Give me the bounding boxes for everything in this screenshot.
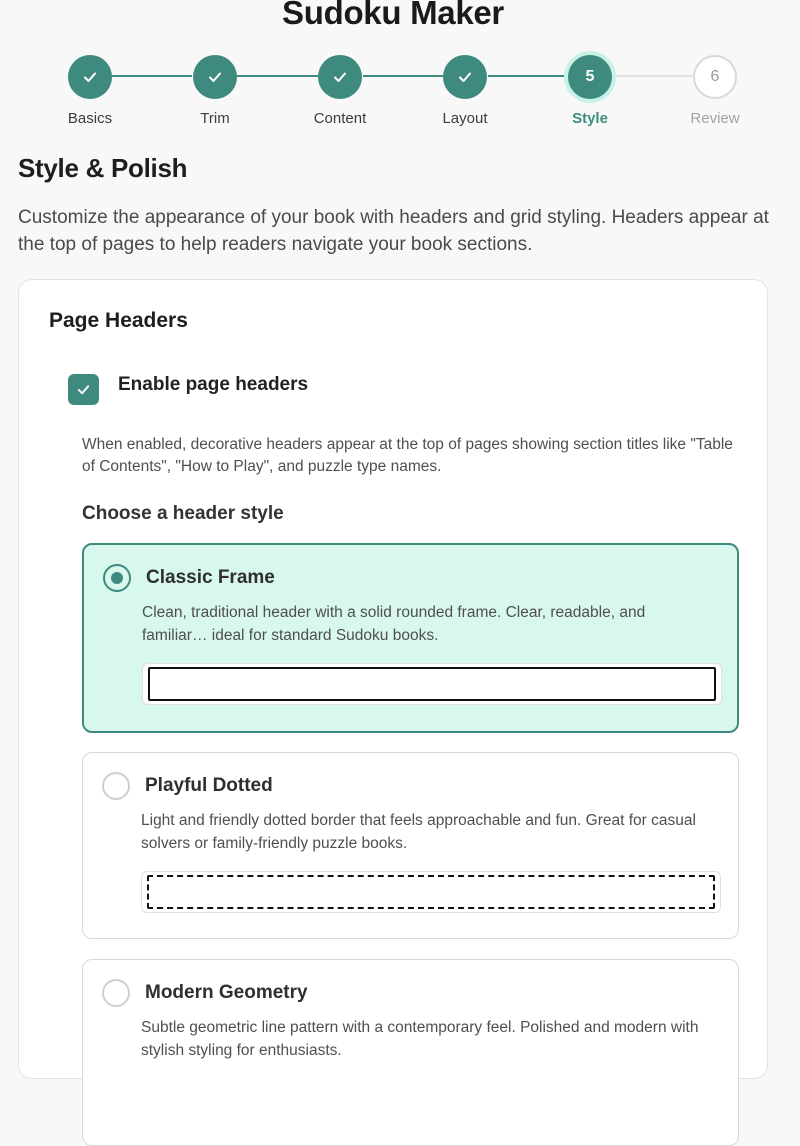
dotted-frame-preview xyxy=(147,875,715,909)
header-preview xyxy=(141,871,721,913)
step-label: Review xyxy=(690,110,740,127)
step-circle: 5 xyxy=(568,55,612,99)
option-title: Modern Geometry xyxy=(145,982,308,1003)
step-circle: 6 xyxy=(693,55,737,99)
radio-classic-frame[interactable] xyxy=(103,564,131,592)
step-circle xyxy=(318,55,362,99)
app-title: Sudoku Maker xyxy=(282,0,504,31)
step-circle xyxy=(443,55,487,99)
section-title: Style & Polish xyxy=(18,153,188,183)
section-description: Customize the appearance of your book wi… xyxy=(18,207,769,255)
enable-headers-label[interactable]: Enable page headers xyxy=(118,374,308,396)
card-title: Page Headers xyxy=(49,309,188,332)
option-modern-geometry[interactable]: Modern Geometry Subtle geometric line pa… xyxy=(82,959,739,1146)
option-playful-dotted[interactable]: Playful Dotted Light and friendly dotted… xyxy=(82,752,739,939)
choose-style-heading: Choose a header style xyxy=(82,503,284,524)
option-description: Subtle geometric line pattern with a con… xyxy=(141,1019,699,1059)
step-style[interactable]: 5 Style xyxy=(540,55,640,127)
wizard-stepper: Basics Trim Content Layout 5 Style 6 Rev… xyxy=(0,55,800,135)
option-description: Clean, traditional header with a solid r… xyxy=(142,604,646,644)
check-icon xyxy=(84,72,96,82)
step-circle xyxy=(68,55,112,99)
step-review[interactable]: 6 Review xyxy=(665,55,765,127)
check-icon xyxy=(459,72,471,82)
step-layout[interactable]: Layout xyxy=(415,55,515,127)
step-label: Trim xyxy=(200,110,230,127)
radio-playful-dotted[interactable] xyxy=(102,772,130,800)
step-content[interactable]: Content xyxy=(290,55,390,127)
option-description: Light and friendly dotted border that fe… xyxy=(141,812,696,852)
step-label: Basics xyxy=(67,110,113,127)
step-basics[interactable]: Basics xyxy=(40,55,140,127)
option-title: Classic Frame xyxy=(146,567,275,588)
check-icon xyxy=(77,385,90,395)
step-label: Layout xyxy=(442,110,488,127)
enable-headers-checkbox[interactable] xyxy=(68,374,99,405)
solid-frame-preview xyxy=(148,667,716,701)
option-classic-frame[interactable]: Classic Frame Clean, traditional header … xyxy=(82,543,739,733)
radio-modern-geometry[interactable] xyxy=(102,979,130,1007)
step-trim[interactable]: Trim xyxy=(165,55,265,127)
enable-headers-row[interactable]: Enable page headers xyxy=(68,374,308,405)
option-title: Playful Dotted xyxy=(145,775,273,796)
step-label: Style xyxy=(572,110,608,127)
header-preview xyxy=(142,663,722,705)
check-icon xyxy=(209,72,221,82)
page-headers-card: Page Headers Enable page headers When en… xyxy=(18,279,768,1146)
check-icon xyxy=(334,72,346,82)
step-label: Content xyxy=(313,110,367,127)
step-circle xyxy=(193,55,237,99)
headers-hint: When enabled, decorative headers appear … xyxy=(82,436,733,475)
